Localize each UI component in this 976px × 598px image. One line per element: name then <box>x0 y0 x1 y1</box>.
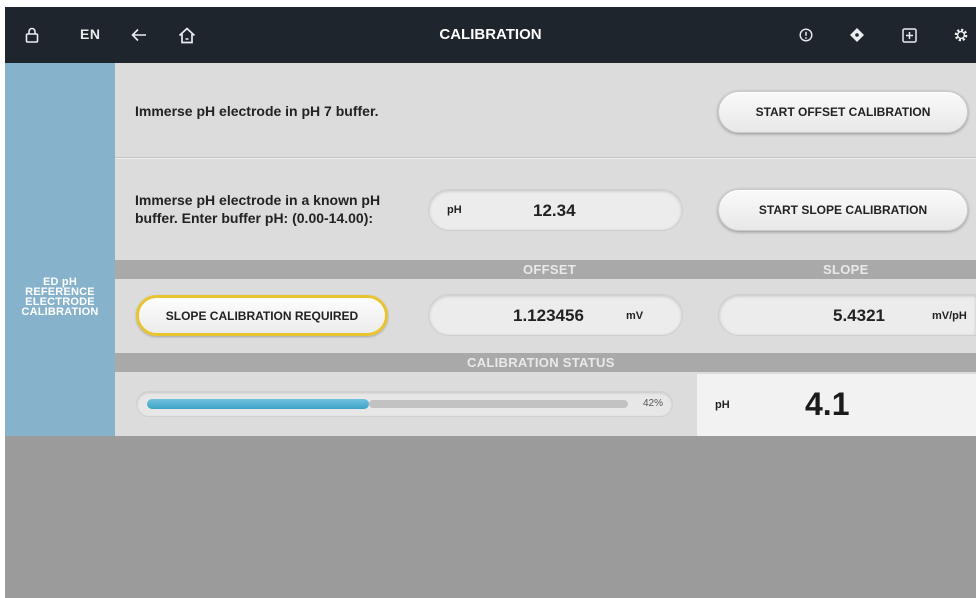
buffer-ph-input[interactable]: pH 12.34 <box>428 189 683 231</box>
results-header-band: OFFSET SLOPE <box>115 260 976 279</box>
ph-readout-label: pH <box>715 399 730 411</box>
slope-instruction-line: Immerse pH electrode in a known pH <box>135 192 381 208</box>
ph-readout-value: 4.1 <box>805 386 850 422</box>
buffer-ph-unit: pH <box>447 204 462 216</box>
ph-readout: pH 4.1 <box>697 374 976 436</box>
diamond-icon[interactable] <box>847 24 867 46</box>
start-slope-calibration-button[interactable]: START SLOPE CALIBRATION <box>718 189 968 231</box>
settings-icon[interactable] <box>951 24 971 46</box>
offset-value: 1.123456 <box>513 306 584 325</box>
calibration-panel: Immerse pH electrode in pH 7 buffer. STA… <box>115 63 976 436</box>
slope-instruction-line: buffer. Enter buffer pH: (0.00-14.00): <box>135 210 374 226</box>
status-header-band: CALIBRATION STATUS <box>115 353 976 372</box>
buffer-ph-value: 12.34 <box>533 201 576 220</box>
offset-unit: mV <box>626 310 644 322</box>
page-title: CALIBRATION <box>5 26 976 43</box>
progress-remaining <box>369 400 628 408</box>
empty-content-area <box>5 436 976 598</box>
slope-instruction: Immerse pH electrode in a known pH buffe… <box>135 191 380 227</box>
progress-fill <box>147 399 369 409</box>
slope-value: 5.4321 <box>833 306 885 325</box>
top-bar: EN CALIBRATION <box>5 7 976 63</box>
sidebar-section-label[interactable]: ED pH REFERENCE ELECTRODE CALIBRATION <box>5 277 115 318</box>
offset-value-field: 1.123456 mV <box>428 294 683 336</box>
start-offset-calibration-button[interactable]: START OFFSET CALIBRATION <box>718 91 968 133</box>
add-box-icon[interactable] <box>900 24 918 46</box>
app-frame: EN CALIBRATION ED pH REFERENCE ELECTRODE… <box>5 7 976 598</box>
page-title-text: CALIBRATION <box>439 26 542 43</box>
row-divider <box>115 157 976 159</box>
offset-instruction: Immerse pH electrode in pH 7 buffer. <box>135 103 379 119</box>
sidebar: ED pH REFERENCE ELECTRODE CALIBRATION <box>5 63 115 436</box>
calibration-status-header: CALIBRATION STATUS <box>467 355 615 370</box>
offset-header: OFFSET <box>523 262 577 277</box>
slope-value-field: 5.4321 mV/pH <box>718 294 976 336</box>
info-icon[interactable] <box>797 24 815 46</box>
calibration-progress-bar: 42% <box>136 391 673 417</box>
progress-percent: 42% <box>642 398 663 409</box>
slope-calibration-required-button[interactable]: SLOPE CALIBRATION REQUIRED <box>136 295 388 336</box>
sidebar-label-line: CALIBRATION <box>21 306 99 318</box>
slope-header: SLOPE <box>823 262 869 277</box>
slope-unit: mV/pH <box>932 310 967 322</box>
